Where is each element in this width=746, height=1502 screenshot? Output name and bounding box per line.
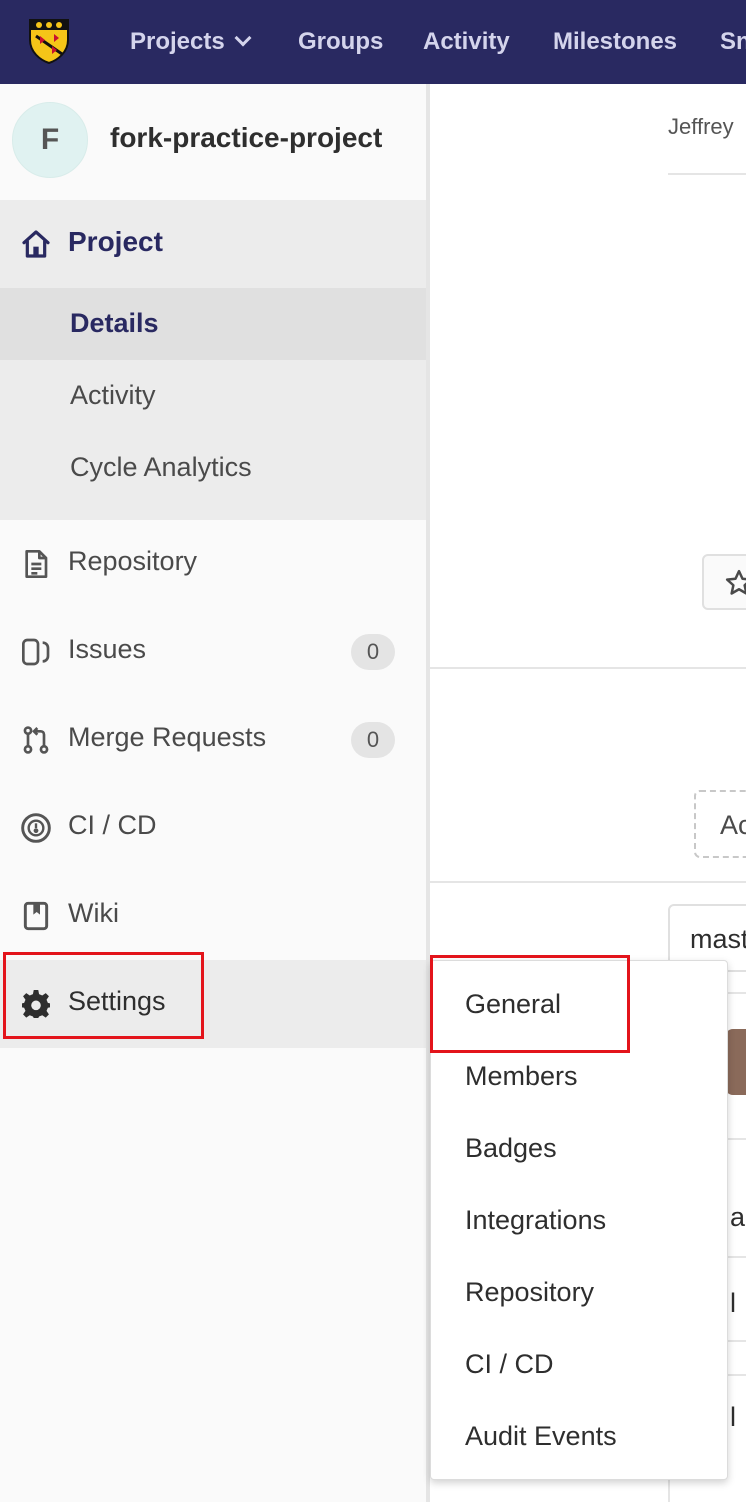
author-name[interactable]: Jeffrey <box>668 114 734 140</box>
divider <box>430 881 746 883</box>
branch-name: mast <box>690 924 746 954</box>
nav-groups[interactable]: Groups <box>298 26 383 58</box>
sidebar-item-label: Issues <box>68 634 147 664</box>
sidebar-subitem-cycle-analytics[interactable]: Cycle Analytics <box>0 432 426 504</box>
divider <box>430 667 746 669</box>
sidebar-subitem-label: Activity <box>70 380 156 410</box>
menu-item-members[interactable]: Members <box>465 1061 578 1092</box>
merge-request-icon <box>23 726 49 754</box>
sidebar-item-label: Project <box>68 226 163 257</box>
sidebar-item-wiki[interactable]: Wiki <box>0 872 426 960</box>
sidebar-subitem-activity[interactable]: Activity <box>0 360 426 432</box>
table-cell-fragment: l <box>730 1288 736 1318</box>
highlight-box-settings <box>3 952 204 1039</box>
menu-item-audit-events[interactable]: Audit Events <box>465 1421 617 1452</box>
menu-item-repository[interactable]: Repository <box>465 1277 594 1308</box>
sidebar-section-project: Project Details Activity Cycle Analytics <box>0 200 426 520</box>
sidebar-item-ci-cd[interactable]: CI / CD <box>0 784 426 872</box>
sidebar-subitem-label: Details <box>70 308 159 338</box>
star-icon <box>725 569 746 595</box>
project-name: fork-practice-project <box>110 122 383 153</box>
sidebar-subitem-details[interactable]: Details <box>0 288 426 360</box>
avatar[interactable] <box>725 1029 746 1095</box>
file-text-icon <box>25 550 48 578</box>
sidebar-item-repository[interactable]: Repository <box>0 520 426 608</box>
menu-item-integrations[interactable]: Integrations <box>465 1205 606 1236</box>
sidebar-item-label: Wiki <box>68 898 119 928</box>
sidebar-item-label: Repository <box>68 546 198 576</box>
sidebar-item-issues[interactable]: Issues 0 <box>0 608 426 696</box>
nav-projects-label: Projects <box>130 28 225 55</box>
project-avatar: F <box>12 102 88 178</box>
project-sidebar: F fork-practice-project Project Details … <box>0 84 426 1502</box>
book-icon <box>23 901 49 931</box>
sidebar-subitem-label: Cycle Analytics <box>70 452 252 482</box>
nav-snippets[interactable]: Sn <box>720 26 746 58</box>
add-readme-button[interactable]: Ac <box>694 790 746 858</box>
university-shield-logo-icon[interactable] <box>28 18 70 64</box>
sidebar-item-merge-requests[interactable]: Merge Requests 0 <box>0 696 426 784</box>
highlight-box-general <box>430 955 630 1053</box>
home-icon <box>22 230 50 258</box>
top-navbar: Projects Groups Activity Milestones Sn <box>0 0 746 84</box>
menu-item-badges[interactable]: Badges <box>465 1133 557 1164</box>
issues-icon <box>22 638 50 666</box>
chevron-down-icon <box>234 29 252 47</box>
divider <box>668 173 746 175</box>
sidebar-project-header[interactable]: F fork-practice-project <box>0 84 426 200</box>
nav-projects[interactable]: Projects <box>130 26 252 58</box>
nav-activity[interactable]: Activity <box>423 26 510 58</box>
sidebar-item-project[interactable]: Project <box>0 200 426 288</box>
table-cell-fragment: an <box>730 1202 746 1232</box>
sidebar-item-label: CI / CD <box>68 810 157 840</box>
add-button-label: Ac <box>720 810 746 840</box>
issues-count-badge: 0 <box>351 634 395 670</box>
star-button[interactable] <box>702 554 746 610</box>
sidebar-item-label: Merge Requests <box>68 722 267 752</box>
table-cell-fragment: l <box>730 1402 736 1432</box>
rocket-icon <box>21 813 51 843</box>
menu-item-ci-cd[interactable]: CI / CD <box>465 1349 554 1380</box>
nav-milestones[interactable]: Milestones <box>553 26 677 58</box>
merge-requests-count-badge: 0 <box>351 722 395 758</box>
